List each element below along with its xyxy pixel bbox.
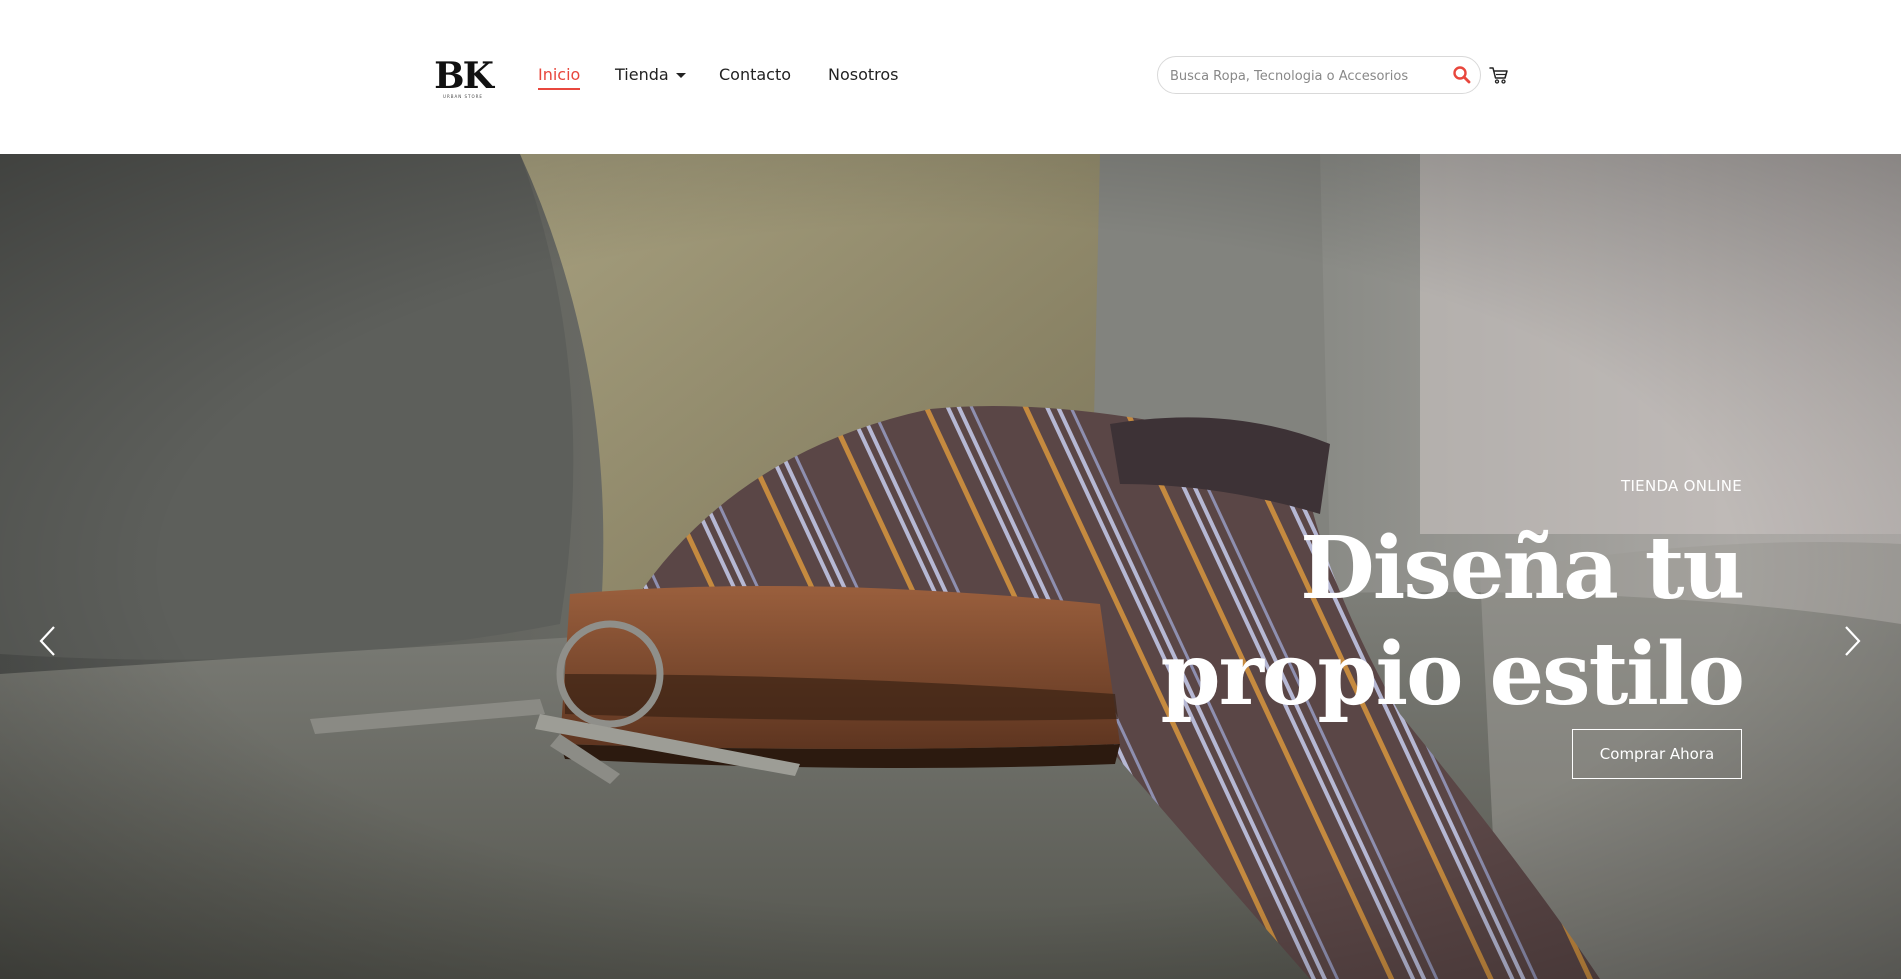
hero-slider: TIENDA ONLINE Diseña tu propio estilo Co… xyxy=(0,154,1901,979)
hero-title-line2: propio estilo xyxy=(1160,624,1745,725)
brand-logo-subtext: URBAN STORE xyxy=(443,94,483,99)
hero-title: Diseña tu propio estilo xyxy=(1043,516,1745,728)
hero-eyebrow: TIENDA ONLINE xyxy=(1620,477,1742,495)
caret-down-icon xyxy=(675,73,686,78)
nav-item-nosotros[interactable]: Nosotros xyxy=(828,62,899,88)
hero-title-line1: Diseña tu xyxy=(1300,518,1745,619)
nav-item-tienda[interactable]: Tienda xyxy=(615,62,686,88)
cart-icon[interactable] xyxy=(1488,64,1510,86)
brand-logo[interactable]: BK URBAN STORE xyxy=(432,56,494,102)
shop-now-button[interactable]: Comprar Ahora xyxy=(1572,729,1742,779)
nav-item-inicio[interactable]: Inicio xyxy=(538,62,581,90)
search-input[interactable] xyxy=(1168,57,1442,95)
site-header: BK URBAN STORE Inicio Tienda Contacto No… xyxy=(0,0,1901,154)
carousel-next-icon[interactable] xyxy=(1840,624,1864,658)
search-bar xyxy=(1157,56,1481,95)
brand-logo-text: BK xyxy=(434,55,494,97)
nav-item-tienda-label: Tienda xyxy=(615,65,669,84)
search-icon[interactable] xyxy=(1452,65,1472,85)
nav-item-contacto[interactable]: Contacto xyxy=(719,62,791,88)
carousel-prev-icon[interactable] xyxy=(36,624,60,658)
